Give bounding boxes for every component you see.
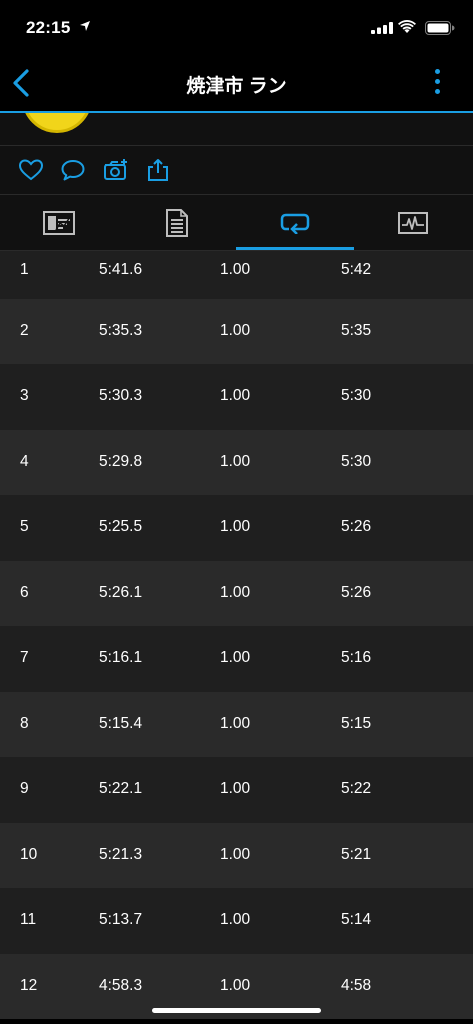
summary-chart-icon [43, 210, 75, 235]
table-row[interactable]: 9 5:22.1 1.00 5:22 [0, 757, 473, 823]
comment-icon[interactable] [60, 158, 86, 182]
table-row[interactable]: 5 5:25.5 1.00 5:26 [0, 495, 473, 561]
table-row[interactable]: 2 5:35.3 1.00 5:35 [0, 298, 473, 364]
location-arrow-icon [80, 21, 90, 31]
lap-number: 5 [20, 518, 29, 535]
laps-icon [280, 213, 310, 234]
details-list-icon [166, 208, 188, 237]
action-bar [0, 146, 473, 195]
lap-pace: 5:26 [341, 583, 372, 601]
lap-time: 5:41.6 [99, 261, 143, 278]
lap-time: 4:58.3 [99, 976, 143, 994]
lap-number: 8 [20, 714, 29, 732]
lap-time: 5:13.7 [99, 911, 143, 928]
lap-pace: 5:15 [341, 714, 372, 732]
lap-pace: 5:26 [341, 518, 372, 535]
table-row[interactable]: 6 5:26.1 1.00 5:26 [0, 560, 473, 626]
lap-distance: 1.00 [220, 518, 251, 535]
table-row[interactable]: 1 5:41.6 1.00 5:42 [0, 251, 473, 299]
lap-time: 5:16.1 [99, 649, 143, 666]
navigation-bar: 焼津市 ラン [0, 56, 473, 113]
lap-pace: 5:16 [341, 649, 372, 666]
tab-details[interactable] [118, 195, 236, 250]
lap-pace: 5:30 [341, 387, 372, 404]
heart-icon[interactable] [18, 158, 44, 182]
lap-number: 9 [20, 780, 29, 797]
lap-time: 5:21.3 [99, 845, 143, 863]
page-title: 焼津市 ラン [186, 76, 287, 97]
lap-number: 4 [20, 452, 29, 470]
lap-time: 5:35.3 [99, 321, 143, 339]
lap-number: 12 [20, 976, 38, 994]
graphs-icon [398, 211, 428, 234]
tab-laps[interactable] [236, 195, 354, 250]
lap-time: 5:26.1 [99, 583, 143, 601]
lap-number: 6 [20, 583, 29, 601]
lap-number: 2 [20, 321, 29, 339]
lap-time: 5:30.3 [99, 387, 143, 404]
lap-pace: 5:42 [341, 261, 372, 278]
lap-distance: 1.00 [220, 845, 251, 863]
tab-graphs[interactable] [354, 195, 472, 250]
lap-pace: 5:30 [341, 452, 372, 470]
status-bar: 22:15 [0, 0, 473, 56]
cellular-signal-icon [371, 22, 393, 34]
more-options-icon[interactable] [430, 69, 444, 99]
laps-table: 1 5:41.6 1.00 5:42 2 5:35.3 1.00 5:35 3 5:30.3 1.0… [0, 251, 473, 1024]
battery-icon [425, 21, 455, 35]
lap-time: 5:22.1 [99, 780, 143, 797]
lap-time: 5:25.5 [99, 518, 143, 535]
table-row[interactable]: 11 5:13.7 1.00 5:14 [0, 888, 473, 954]
lap-distance: 1.00 [220, 911, 251, 928]
lap-number: 3 [20, 387, 29, 404]
lap-distance: 1.00 [220, 261, 251, 278]
lap-distance: 1.00 [220, 583, 251, 601]
tab-summary[interactable] [0, 195, 118, 250]
table-row[interactable]: 4 5:29.8 1.00 5:30 [0, 429, 473, 495]
lap-pace: 5:14 [341, 911, 372, 928]
lap-pace: 5:22 [341, 780, 372, 797]
lap-pace: 5:35 [341, 321, 372, 339]
share-icon[interactable] [145, 158, 171, 182]
lap-number: 10 [20, 845, 38, 863]
table-row[interactable]: 3 5:30.3 1.00 5:30 [0, 364, 473, 430]
lap-distance: 1.00 [220, 976, 251, 994]
table-row[interactable]: 8 5:15.4 1.00 5:15 [0, 691, 473, 757]
table-row[interactable]: 7 5:16.1 1.00 5:16 [0, 626, 473, 692]
home-indicator[interactable] [152, 1008, 321, 1013]
add-photo-icon[interactable] [103, 158, 129, 182]
wifi-icon [398, 20, 416, 33]
tab-bar [0, 195, 473, 251]
lap-distance: 1.00 [220, 780, 251, 797]
table-row[interactable]: 10 5:21.3 1.00 5:21 [0, 822, 473, 888]
lap-time: 5:15.4 [99, 714, 143, 732]
status-time: 22:15 [26, 18, 71, 37]
lap-pace: 5:21 [341, 845, 372, 863]
activity-header [0, 113, 473, 146]
lap-number: 1 [20, 261, 29, 278]
lap-distance: 1.00 [220, 387, 251, 404]
lap-distance: 1.00 [220, 649, 251, 666]
lap-number: 11 [20, 911, 37, 928]
lap-distance: 1.00 [220, 452, 251, 470]
lap-number: 7 [20, 649, 29, 666]
lap-distance: 1.00 [220, 321, 251, 339]
lap-distance: 1.00 [220, 714, 251, 732]
lap-time: 5:29.8 [99, 452, 143, 470]
avatar [22, 113, 92, 133]
lap-pace: 4:58 [341, 976, 372, 994]
